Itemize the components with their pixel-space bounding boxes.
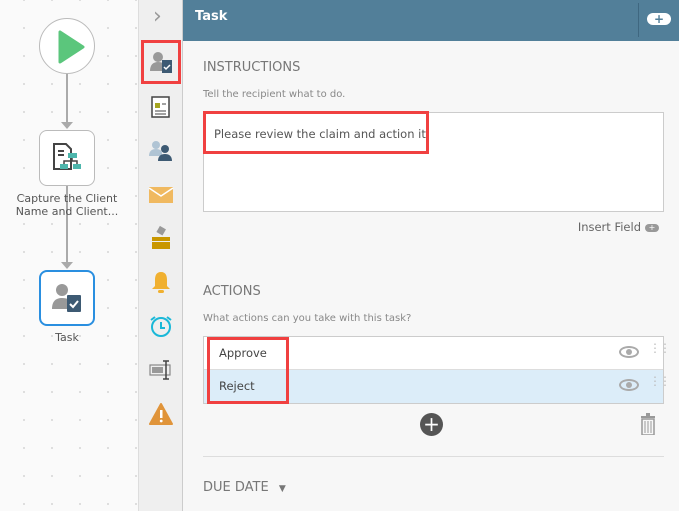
- insert-field-button[interactable]: Insert Field +: [578, 220, 659, 234]
- email-icon: [148, 187, 174, 203]
- connector: [66, 74, 68, 124]
- tool-warning[interactable]: [146, 399, 176, 429]
- insert-field-label: Insert Field: [577, 220, 641, 234]
- tool-form[interactable]: [146, 92, 176, 122]
- form-icon: [151, 96, 170, 118]
- add-icon[interactable]: +: [647, 13, 671, 25]
- divider: [203, 456, 664, 457]
- tool-field[interactable]: [146, 355, 176, 385]
- task-node[interactable]: [39, 270, 95, 326]
- node-label: Task: [55, 331, 79, 344]
- tool-box[interactable]: [146, 223, 176, 253]
- tool-notification[interactable]: [146, 267, 176, 297]
- add-action-button[interactable]: +: [420, 413, 443, 436]
- form-flow-icon: [53, 143, 81, 170]
- task-icon: [52, 284, 81, 312]
- highlight-box: [203, 111, 429, 154]
- start-node[interactable]: [39, 18, 95, 74]
- box-icon: [152, 225, 170, 249]
- capture-node[interactable]: [39, 130, 95, 186]
- actions-heading: ACTIONS: [203, 284, 261, 299]
- instructions-heading: INSTRUCTIONS: [203, 60, 301, 75]
- node-label: Capture the Client Name and Client...: [15, 192, 119, 218]
- tool-email[interactable]: [146, 180, 176, 210]
- highlight-box: [207, 337, 289, 404]
- drag-handle-icon[interactable]: ⋮⋮: [649, 342, 671, 354]
- users-icon: [149, 141, 172, 161]
- caret-down-icon: ▼: [278, 484, 286, 494]
- instructions-hint: Tell the recipient what to do.: [203, 89, 346, 100]
- eye-icon[interactable]: [619, 379, 639, 391]
- actions-hint: What actions can you take with this task…: [203, 313, 412, 324]
- due-date-heading: DUE DATE: [203, 480, 269, 495]
- tool-users[interactable]: [146, 135, 176, 165]
- highlight-box: [141, 40, 181, 84]
- arrow-icon: [61, 262, 73, 269]
- tool-timer[interactable]: [146, 311, 176, 341]
- text-field-icon: [149, 360, 171, 380]
- timer-icon: [150, 316, 172, 337]
- trash-icon[interactable]: [640, 413, 656, 435]
- warning-icon: [149, 403, 173, 425]
- eye-icon[interactable]: [619, 346, 639, 358]
- drag-handle-icon[interactable]: ⋮⋮: [649, 375, 671, 387]
- divider: [638, 3, 639, 37]
- expand-chevron-icon[interactable]: ›: [153, 4, 162, 29]
- due-date-toggle[interactable]: DUE DATE ▼: [203, 480, 286, 495]
- bell-icon: [152, 272, 170, 293]
- play-icon: [58, 30, 85, 64]
- properties-panel: Task + INSTRUCTIONS Tell the recipient w…: [183, 0, 679, 511]
- panel-title: Task: [195, 9, 228, 24]
- add-icon: +: [645, 223, 659, 232]
- panel-header: Task +: [183, 0, 679, 41]
- toolbox: ›: [138, 0, 183, 511]
- arrow-icon: [61, 122, 73, 129]
- workflow-canvas[interactable]: Capture the Client Name and Client... Ta…: [0, 0, 138, 511]
